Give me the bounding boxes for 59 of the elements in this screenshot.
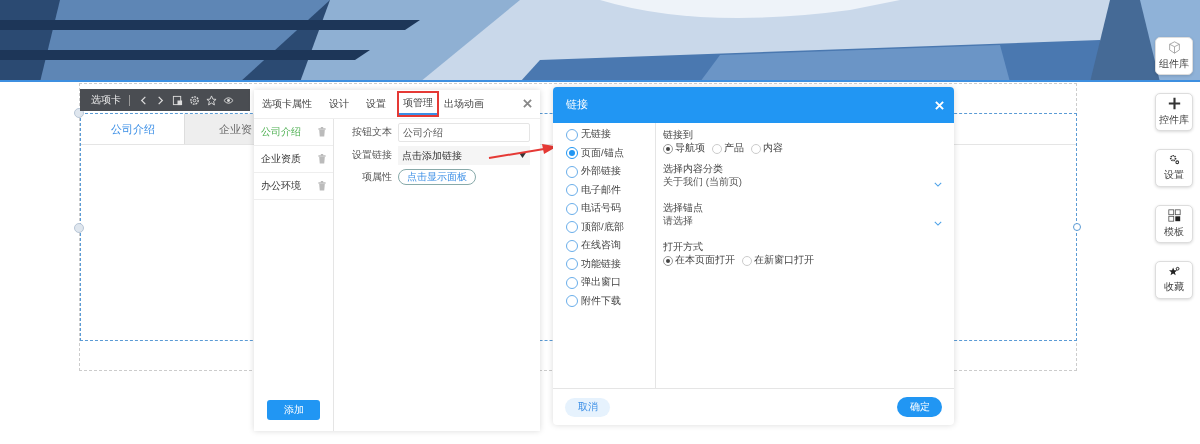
field-label: 设置链接 [351,149,392,162]
tool-button[interactable]: 设置 [1155,149,1193,187]
tool-button[interactable]: 模板 [1155,205,1193,243]
panel-tab[interactable]: 设置 [362,93,390,115]
group-label: 打开方式 [663,241,704,254]
eye-icon[interactable] [223,94,234,106]
radio-option[interactable]: 导航项 [663,142,705,155]
radio-option[interactable]: 无链接 [566,128,655,141]
input-field[interactable]: 公司介绍 [398,123,530,142]
chevron-down-icon [934,182,942,187]
item-name[interactable]: 企业资质 [261,152,301,166]
link-dropdown[interactable]: 点击添加链接 [398,146,530,165]
tab[interactable]: 企业资 [185,114,254,144]
star-icon [1168,266,1180,277]
radio-option[interactable]: 附件下载 [566,294,655,308]
resize-handle[interactable] [74,223,84,233]
template-icon [1167,209,1181,222]
panel-tab[interactable]: 出场动画 [440,93,488,115]
dropdown-arrow-icon [519,153,526,158]
tool-button[interactable]: 组件库 [1155,37,1193,75]
document-icon[interactable] [172,94,183,106]
chevron-down-icon [934,221,942,226]
group-label: 链接到 [663,129,694,142]
chevron-left-icon[interactable] [138,94,149,106]
group-label: 选择内容分类 [663,163,724,176]
show-panel-button[interactable]: 点击显示面板 [398,169,476,185]
resize-handle[interactable] [1073,223,1081,231]
panel-tab[interactable]: 项管理 [399,93,437,115]
radio-option[interactable]: 在新窗口打开 [742,254,814,267]
radio-option[interactable]: 内容 [751,142,783,155]
anchor-dropdown[interactable]: 请选择 [663,215,942,228]
radio-option[interactable]: 在线咨询 [566,239,655,252]
radio-option[interactable]: 产品 [712,142,744,155]
settings-icon[interactable] [189,94,200,106]
toolbar-title: 选项卡 [91,93,121,107]
dialog-title: 链接 [566,98,588,112]
radio-option[interactable]: 在本页面打开 [663,254,735,267]
panel-tab[interactable]: 选项卡属性 [258,93,316,115]
chevron-right-icon[interactable] [155,94,166,106]
field-label: 项属性 [361,170,392,184]
radio-option[interactable]: 外部链接 [566,165,655,178]
item-name[interactable]: 办公环境 [261,179,301,193]
cube-icon [1167,41,1181,54]
radio-option[interactable]: 页面/锚点 [566,146,655,160]
field-label: 按钮文本 [351,126,392,139]
radio-option[interactable]: 功能链接 [566,257,655,271]
tool-button[interactable]: 控件库 [1155,93,1193,131]
category-dropdown[interactable]: 关于我们 (当前页) [663,176,942,189]
radio-option[interactable]: 顶部/底部 [566,220,655,234]
close-icon[interactable] [523,99,532,108]
plus-icon [1167,97,1181,110]
radio-option[interactable]: 电子邮件 [566,183,655,197]
star-icon[interactable] [206,94,217,106]
panel-tab[interactable]: 设计 [325,93,353,115]
tool-button[interactable]: 收藏 [1155,261,1193,299]
settings-icon [1168,154,1180,165]
radio-option[interactable]: 弹出窗口 [566,276,655,289]
radio-option[interactable]: 电话号码 [566,202,655,215]
group-label: 选择锚点 [663,202,704,215]
